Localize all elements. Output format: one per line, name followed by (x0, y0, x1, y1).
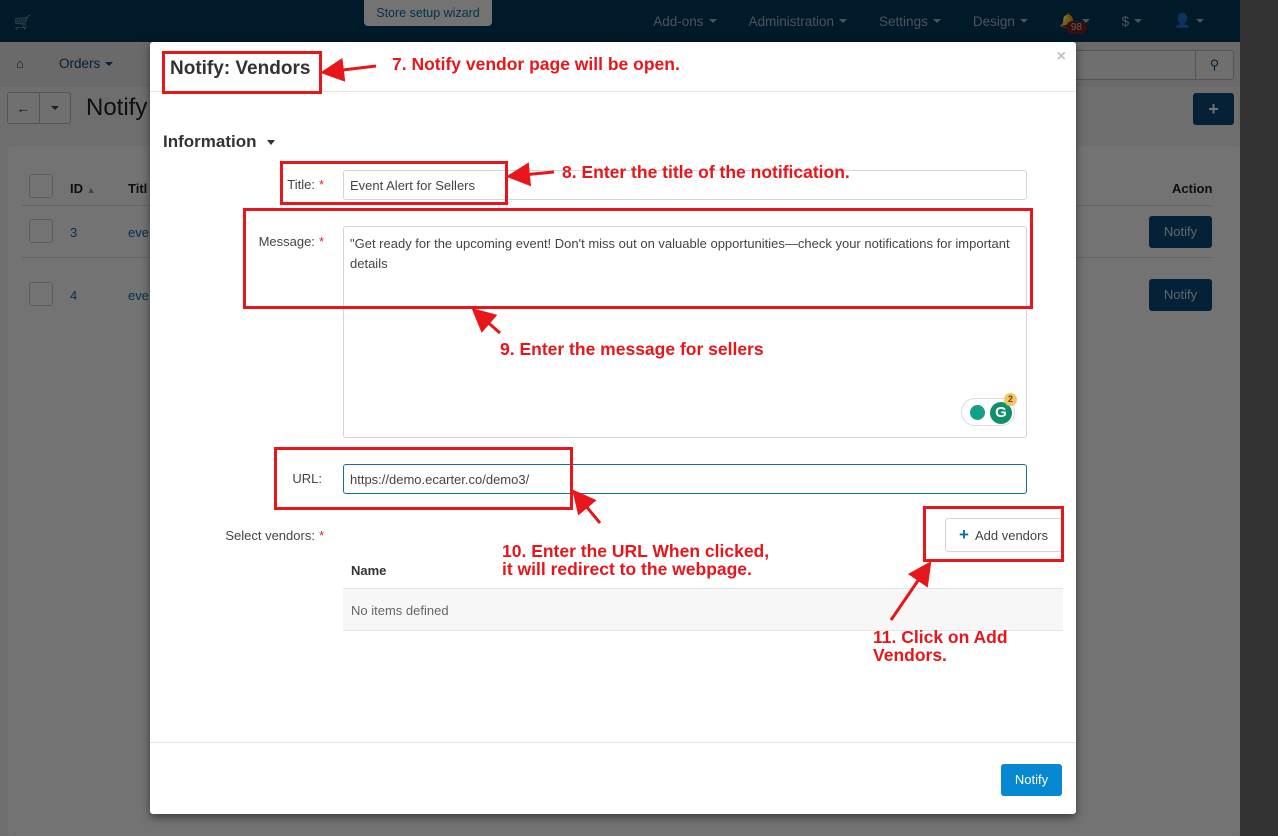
annotation-8: 8. Enter the title of the notification. (562, 162, 850, 182)
annotation-box-title-field (280, 161, 508, 205)
annotation-box-title (162, 51, 322, 94)
modal-footer: Notify (150, 742, 1076, 814)
annotation-box-url (274, 447, 573, 510)
select-vendors-label-text: Select vendors: (225, 528, 315, 543)
annotation-box-add-vendors (923, 506, 1064, 562)
lightbulb-icon (970, 405, 985, 420)
vendors-empty-state: No items defined (343, 588, 1063, 631)
caret-down-icon (266, 139, 275, 145)
annotation-11: 11. Click on Add Vendors. (873, 627, 1008, 665)
notify-vendors-modal: Notify: Vendors × Information Title:* Me… (150, 42, 1076, 814)
section-information-toggle[interactable]: Information (163, 132, 275, 152)
annotation-box-message (243, 208, 1033, 309)
grammarly-count: 2 (1004, 393, 1017, 406)
annotation-7: 7. Notify vendor page will be open. (392, 54, 680, 74)
select-vendors-label: Select vendors: * (190, 528, 324, 543)
grammarly-widget[interactable]: G 2 (961, 393, 1017, 426)
required-mark: * (318, 528, 324, 543)
annotation-9: 9. Enter the message for sellers (500, 339, 764, 359)
vendors-name-column: Name (351, 563, 387, 578)
section-information-label: Information (163, 132, 257, 151)
annotation-10: 10. Enter the URL When clicked, it will … (502, 541, 770, 579)
close-icon[interactable]: × (1057, 48, 1066, 66)
notify-submit-button[interactable]: Notify (1001, 764, 1062, 796)
